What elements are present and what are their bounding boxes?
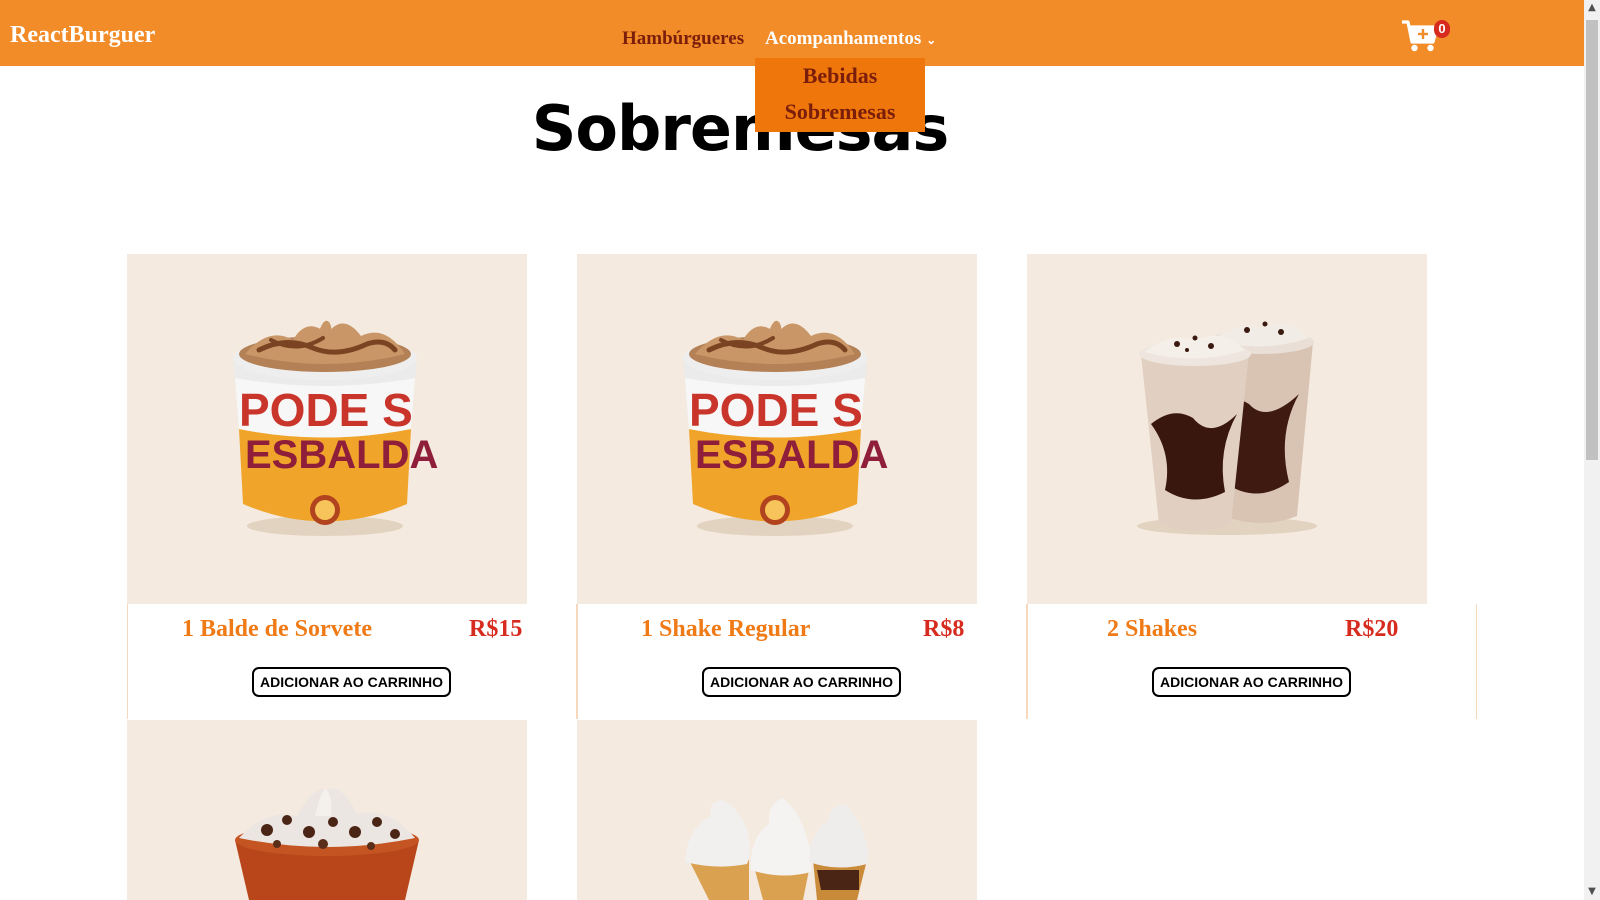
product-name: 1 Balde de Sorvete (182, 616, 372, 642)
svg-text:PODE S: PODE S (689, 384, 863, 436)
nav-link-sides-dropdown[interactable]: Acompanhamentos ⌄ (765, 28, 936, 50)
nav-link-sides-label: Acompanhamentos (765, 28, 922, 49)
scrollbar-thumb[interactable] (1586, 20, 1598, 460)
three-cones-image (685, 798, 869, 900)
two-shakes-image (1137, 321, 1317, 535)
ice-cream-bucket-image: PODE S ESBALDA (233, 320, 438, 536)
add-to-cart-button[interactable]: ADICIONAR AO CARRINHO (1152, 667, 1352, 697)
nav-link-burgers[interactable]: Hambúrgueres (622, 28, 744, 50)
page-title: Sobremesas (531, 92, 950, 165)
product-info: 1 Shake Regular R$8 ADICIONAR AO CARRINH… (577, 604, 1027, 719)
dropdown-item-desserts[interactable]: Sobremesas (755, 99, 925, 125)
sundae-cup-image (235, 788, 419, 900)
scroll-down-arrow-icon[interactable]: ▼ (1584, 884, 1600, 900)
product-name: 1 Shake Regular (641, 616, 811, 642)
cart-count-badge: 0 (1434, 20, 1450, 38)
product-image (127, 720, 527, 900)
sides-dropdown-menu: Bebidas Sobremesas (755, 58, 925, 132)
add-to-cart-button[interactable]: ADICIONAR AO CARRINHO (702, 667, 902, 697)
product-price: R$15 (469, 616, 523, 642)
product-info: 2 Shakes R$20 ADICIONAR AO CARRINHO (1027, 604, 1477, 719)
product-name: 2 Shakes (1107, 616, 1198, 642)
scrollbar[interactable]: ▲ ▼ (1584, 0, 1600, 900)
product-image: PODE S ESBALDA (127, 254, 527, 604)
product-image (577, 720, 977, 900)
add-to-cart-button[interactable]: ADICIONAR AO CARRINHO (252, 667, 452, 697)
product-image: PODE S ESBALDA (577, 254, 977, 604)
svg-text:ESBALDA: ESBALDA (695, 433, 888, 477)
svg-text:PODE S: PODE S (239, 384, 413, 436)
product-image (1027, 254, 1427, 604)
page: ReactBurguer Hambúrgueres Acompanhamento… (0, 0, 1600, 900)
svg-text:ESBALDA: ESBALDA (245, 433, 438, 477)
navbar: ReactBurguer Hambúrgueres Acompanhamento… (0, 0, 1584, 66)
dropdown-item-drinks[interactable]: Bebidas (755, 63, 925, 89)
brand-logo[interactable]: ReactBurguer (10, 22, 155, 49)
chevron-down-icon: ⌄ (926, 33, 937, 47)
ice-cream-bucket-image: PODE S ESBALDA (683, 320, 888, 536)
product-info: 1 Balde de Sorvete R$15 ADICIONAR AO CAR… (127, 604, 577, 719)
product-price: R$20 (1345, 616, 1399, 642)
product-price: R$8 (923, 616, 965, 642)
scroll-up-arrow-icon[interactable]: ▲ (1584, 0, 1600, 16)
